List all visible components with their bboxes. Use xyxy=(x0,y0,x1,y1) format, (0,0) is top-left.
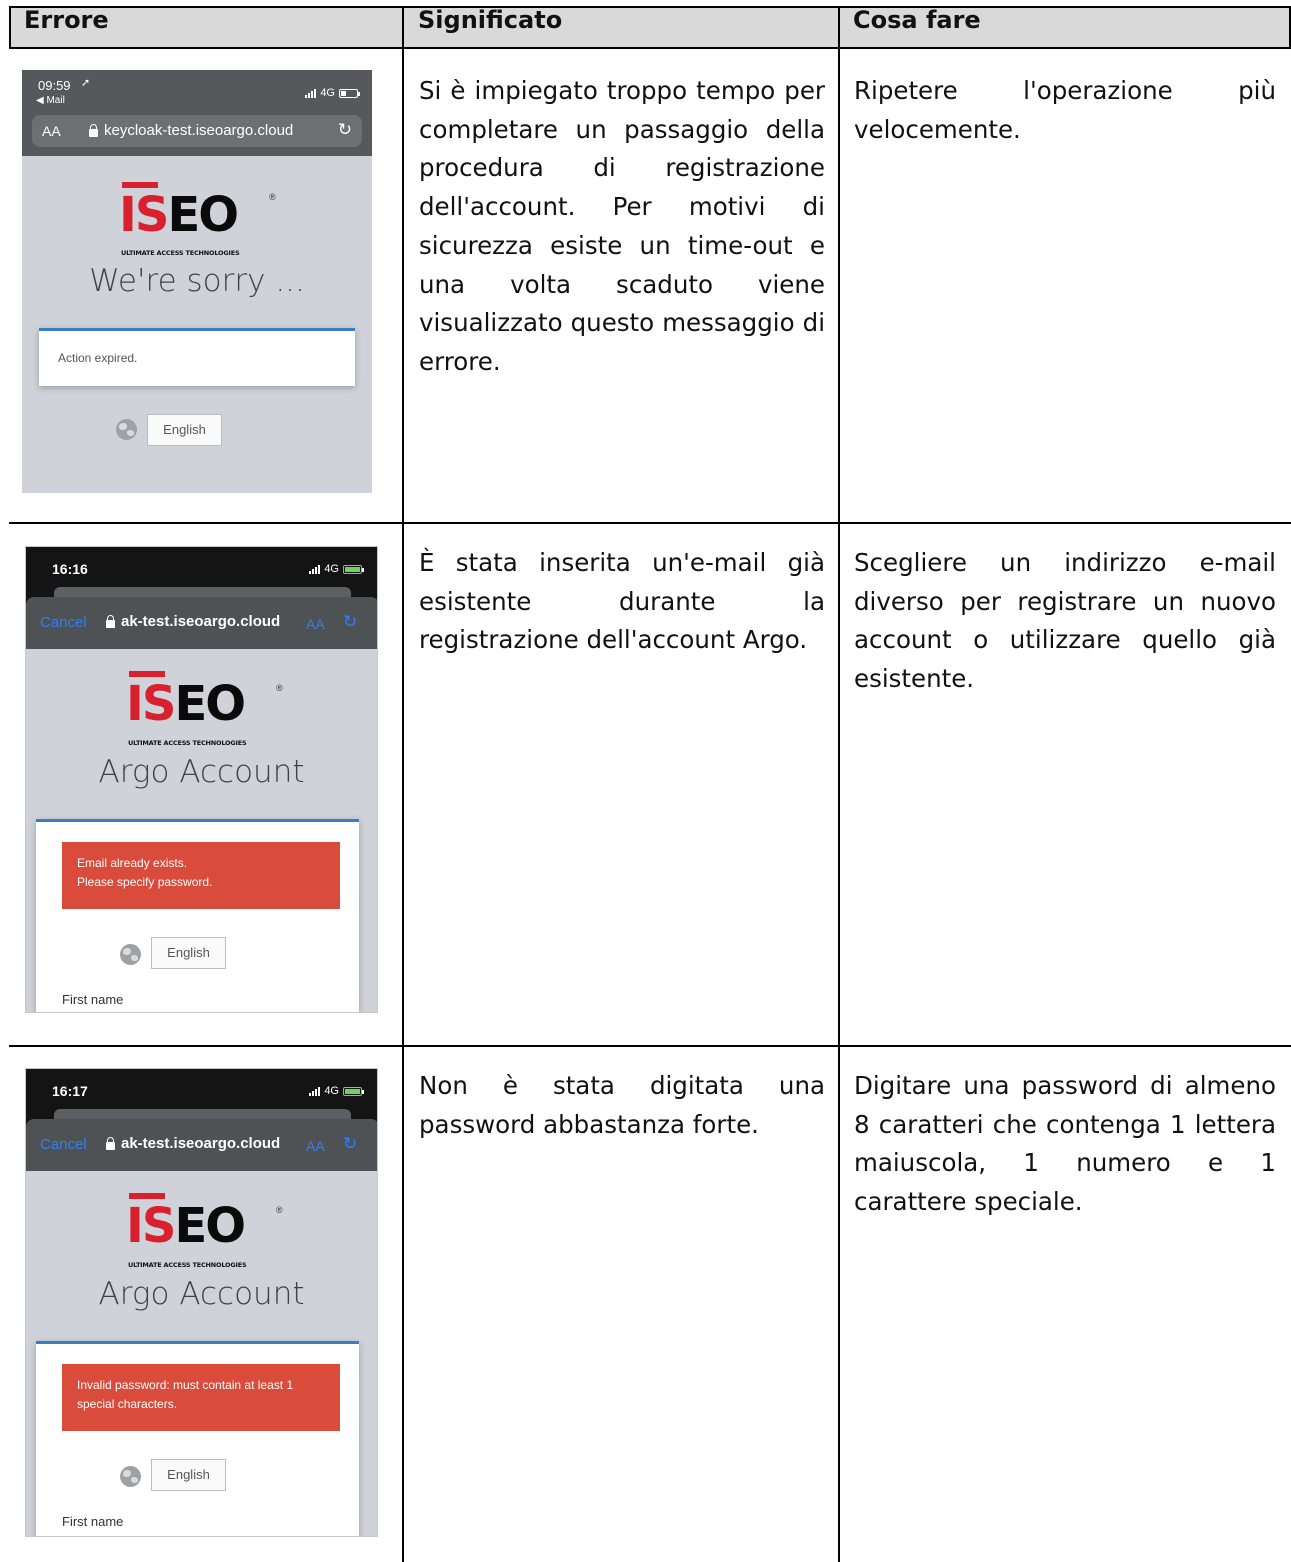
url-text: ak-test.iseoargo.cloud xyxy=(121,1135,281,1152)
battery-icon xyxy=(343,1086,364,1096)
text-size-button[interactable]: AA xyxy=(306,616,325,632)
language-selector[interactable]: English xyxy=(151,937,226,969)
table-border-top xyxy=(9,6,1291,8)
first-name-label: First name xyxy=(62,992,124,1007)
status-time: 16:17 xyxy=(52,1083,88,1099)
language-selector[interactable]: English xyxy=(147,414,222,446)
page-heading: Argo Account xyxy=(98,754,305,790)
screenshot-action-expired: 09:59 ➚ ◀ Mail 4G AA keycloak-test.iseoa… xyxy=(22,70,372,493)
address-bar[interactable]: AA keycloak-test.iseoargo.cloud ↻ xyxy=(32,115,362,147)
row-divider-2 xyxy=(9,1045,1291,1047)
first-name-label: First name xyxy=(62,1514,124,1529)
error-message: Action expired. xyxy=(58,351,138,365)
table-header-row xyxy=(9,7,1290,48)
alert-line-1: Invalid password: must contain at least … xyxy=(77,1378,294,1392)
row2-meaning: È stata inserita un'e-mail già esistente… xyxy=(419,548,825,655)
network-label: 4G xyxy=(320,87,335,99)
signal-icon: 4G xyxy=(305,87,360,99)
column-divider-1 xyxy=(402,6,404,1562)
error-alert: Email already exists. Please specify pas… xyxy=(62,842,340,909)
alert-line-2: Please specify password. xyxy=(77,875,213,889)
table-border-header xyxy=(9,47,1291,49)
alert-line-2: special characters. xyxy=(77,1397,178,1411)
form-card: Email already exists. Please specify pas… xyxy=(36,819,359,1012)
cancel-button[interactable]: Cancel xyxy=(40,614,87,631)
screenshot-weak-password: 16:17 4G Cancel ak-test.iseoargo.cloud A… xyxy=(25,1068,378,1537)
lock-icon xyxy=(106,614,115,628)
row3-meaning: Non è stata digitata una password abbast… xyxy=(419,1071,825,1139)
iseo-logo: ISEO ® ULTIMATE ACCESS TECHNOLOGIES xyxy=(126,1193,286,1273)
row-divider-1 xyxy=(9,522,1291,524)
reload-icon[interactable]: ↻ xyxy=(343,612,357,632)
battery-icon xyxy=(343,564,364,574)
text-size-button[interactable]: AA xyxy=(42,123,61,139)
table-border-left xyxy=(9,6,11,49)
iseo-logo: ISEO ® ULTIMATE ACCESS TECHNOLOGIES xyxy=(126,671,286,751)
row2-action: Scegliere un indirizzo e-mail diverso pe… xyxy=(854,548,1276,694)
column-divider-2 xyxy=(838,6,840,1562)
url-text: ak-test.iseoargo.cloud xyxy=(121,613,281,630)
reload-icon[interactable]: ↻ xyxy=(338,120,352,140)
row3-action: Digitare una password di almeno 8 caratt… xyxy=(854,1071,1276,1217)
page-heading: Argo Account xyxy=(98,1276,305,1312)
globe-icon xyxy=(120,1466,141,1487)
first-name-field[interactable] xyxy=(62,1536,340,1537)
row1-action: Ripetere l'operazione più velocemente. xyxy=(854,76,1276,144)
globe-icon xyxy=(120,944,141,965)
alert-line-1: Email already exists. xyxy=(77,856,188,870)
cancel-button[interactable]: Cancel xyxy=(40,1136,87,1153)
language-selector[interactable]: English xyxy=(151,1459,226,1491)
signal-icon: 4G xyxy=(309,563,364,575)
row1-meaning: Si è impiegato troppo tempo per completa… xyxy=(419,76,825,376)
globe-icon xyxy=(116,419,137,440)
back-to-mail-link[interactable]: ◀ Mail xyxy=(36,95,65,106)
form-card: Invalid password: must contain at least … xyxy=(36,1341,359,1537)
status-time: 16:16 xyxy=(52,561,88,577)
error-alert: Invalid password: must contain at least … xyxy=(62,1364,340,1431)
text-size-button[interactable]: AA xyxy=(306,1138,325,1154)
page-heading: We're sorry ... xyxy=(89,263,305,299)
screenshot-email-exists: 16:16 4G Cancel ak-test.iseoargo.cloud A… xyxy=(25,546,378,1013)
network-label: 4G xyxy=(324,563,339,575)
lock-icon xyxy=(89,123,98,137)
status-time: 09:59 xyxy=(38,78,71,93)
reload-icon[interactable]: ↻ xyxy=(343,1134,357,1154)
network-label: 4G xyxy=(324,1085,339,1097)
lock-icon xyxy=(106,1136,115,1150)
location-arrow-icon: ➚ xyxy=(81,77,91,89)
url-text: keycloak-test.iseoargo.cloud xyxy=(104,122,294,139)
battery-icon xyxy=(339,88,360,98)
message-card: Action expired. xyxy=(39,328,355,386)
signal-icon: 4G xyxy=(309,1085,364,1097)
iseo-logo: ISEO ® ULTIMATE ACCESS TECHNOLOGIES xyxy=(117,182,277,262)
